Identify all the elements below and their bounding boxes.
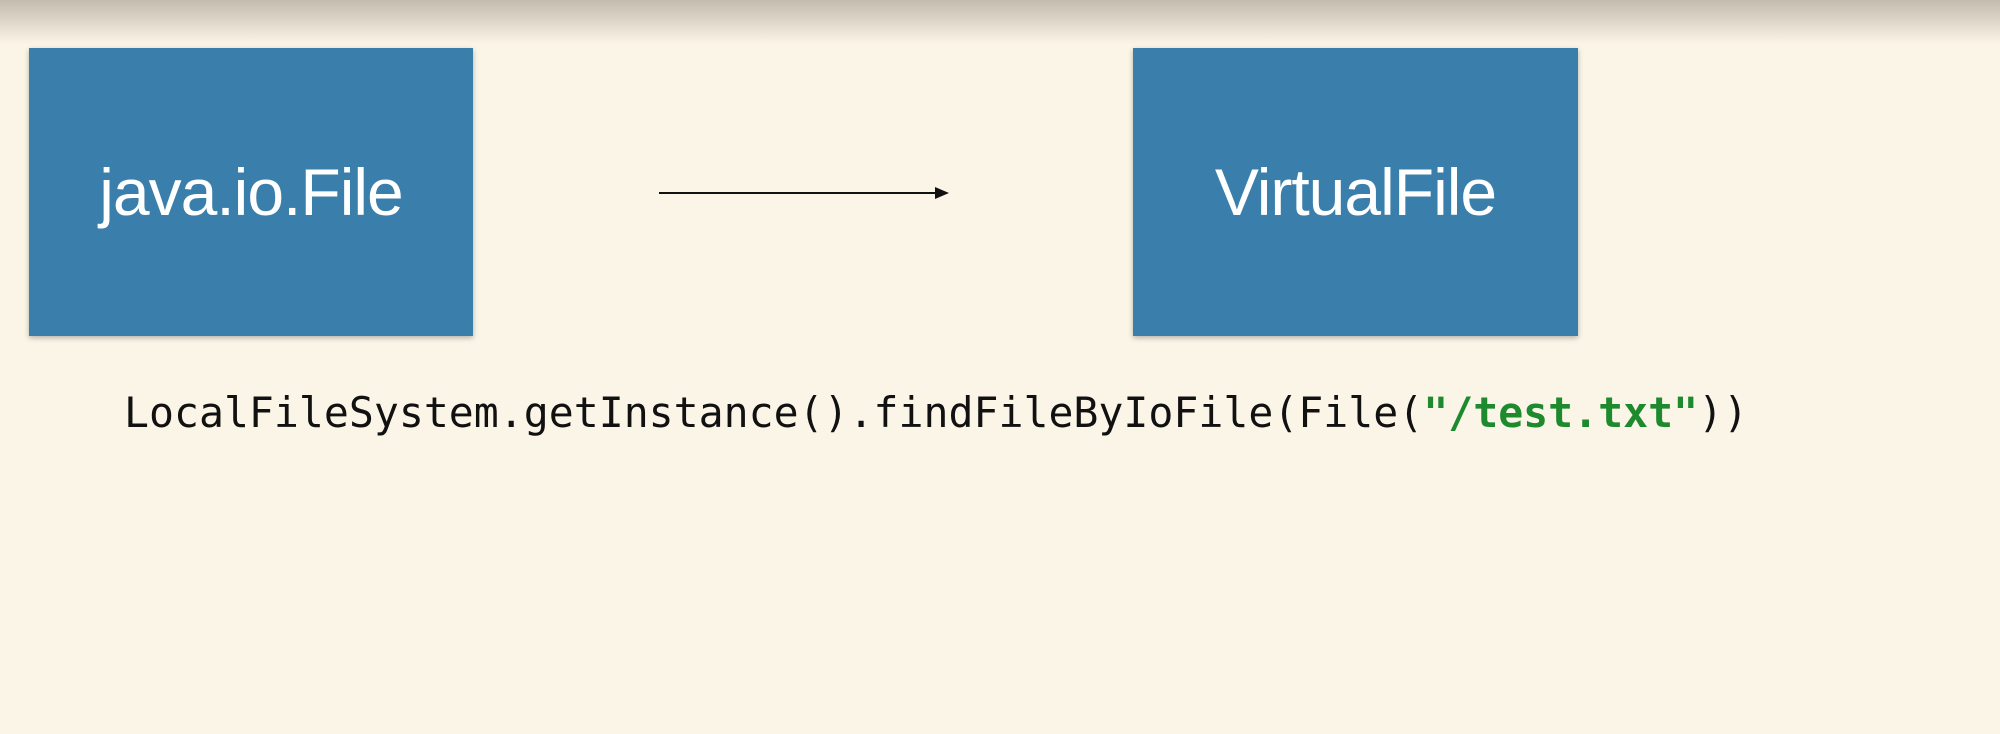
java-io-file-label: java.io.File [99, 155, 403, 229]
arrow-head [935, 187, 949, 199]
java-io-file-box: java.io.File [29, 48, 473, 336]
code-call: LocalFileSystem.getInstance().findFileBy… [124, 388, 1424, 437]
conversion-arrow [659, 187, 949, 199]
top-shadow [0, 0, 2000, 44]
code-snippet: LocalFileSystem.getInstance().findFileBy… [124, 388, 1984, 437]
virtual-file-box: VirtualFile [1133, 48, 1578, 336]
virtual-file-label: VirtualFile [1214, 155, 1497, 229]
code-string-literal: "/test.txt" [1423, 388, 1699, 437]
code-closing: )) [1698, 388, 1749, 437]
